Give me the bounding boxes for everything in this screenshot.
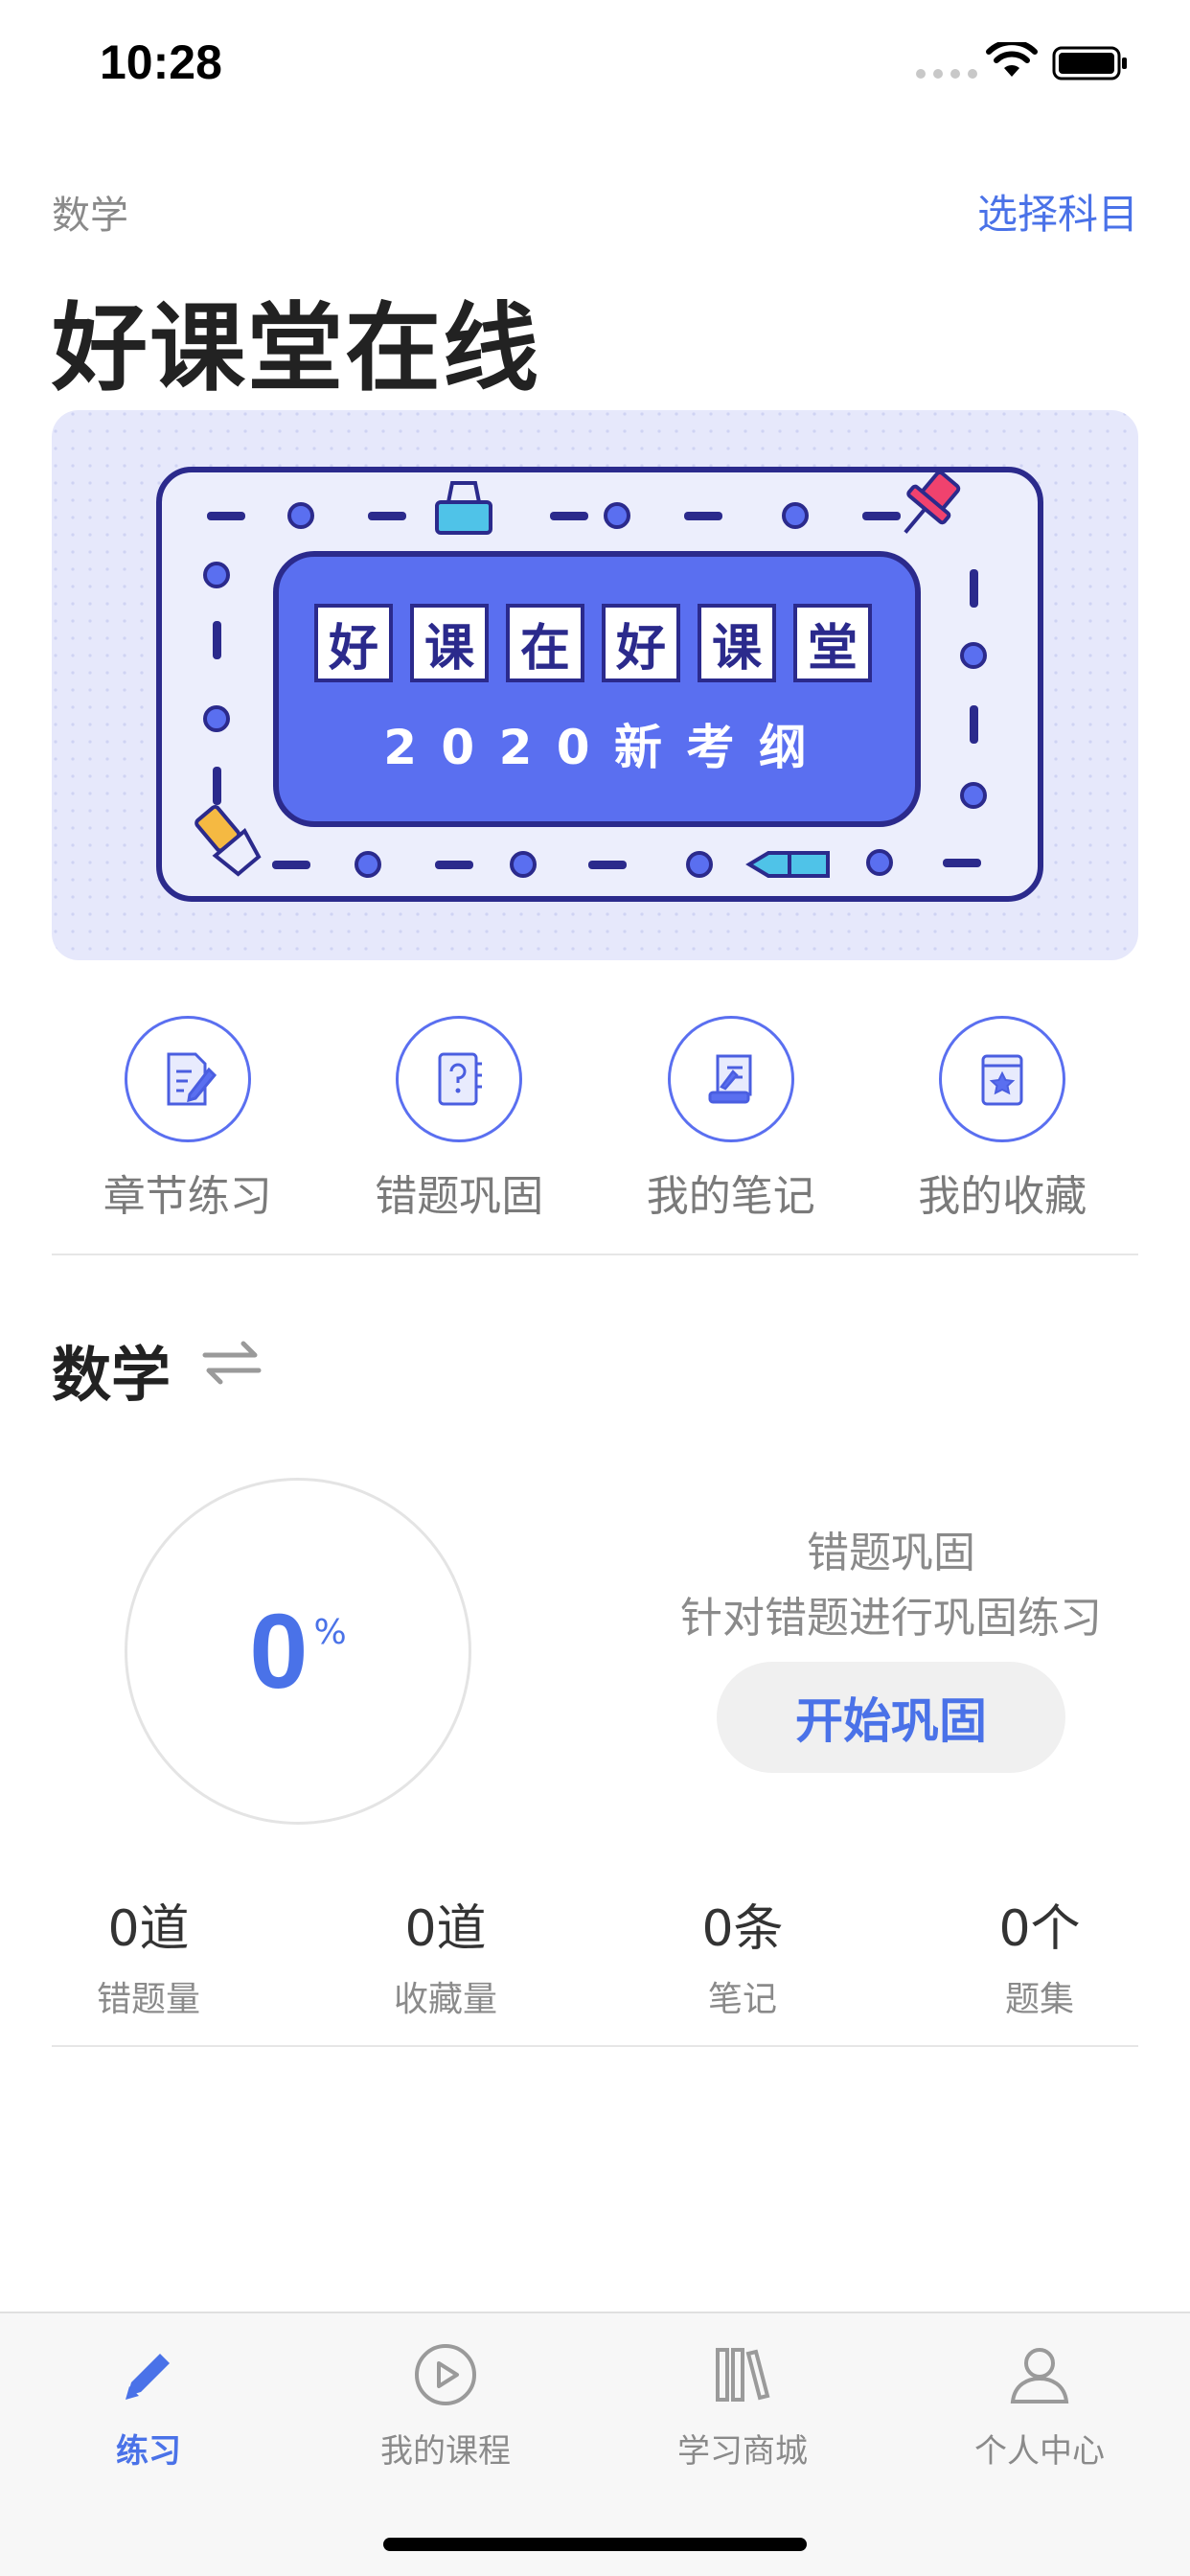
progress-display: 0 % (125, 1478, 471, 1825)
banner-char: 课 (698, 604, 776, 682)
progress-unit: % (313, 1612, 347, 1652)
pencil-icon (126, 2354, 170, 2400)
divider (52, 2045, 1138, 2047)
tab-practice[interactable]: 练习 (0, 2340, 297, 2472)
cellular-signal-icon (916, 69, 977, 79)
quick-action-label: 我的收藏 (918, 1172, 1087, 1221)
tab-my-courses[interactable]: 我的课程 (297, 2340, 594, 2472)
stat-value: 0道 (107, 1900, 190, 1958)
banner-char: 在 (506, 604, 584, 682)
tab-label: 学习商城 (677, 2432, 808, 2471)
quick-actions: 章节练习 错题巩固 我的笔记 我的收藏 (52, 1016, 1138, 1255)
tab-profile[interactable]: 个人中心 (891, 2340, 1188, 2472)
notes-icon (667, 1016, 794, 1142)
stat-label: 收藏量 (393, 1980, 497, 2019)
current-subject-label: 数学 (52, 194, 128, 238)
stat-value: 0道 (404, 1900, 487, 1958)
status-time: 10:28 (100, 35, 222, 89)
status-bar: 10:28 (0, 0, 1190, 126)
favorites-icon (939, 1016, 1066, 1142)
switch-subject-icon[interactable] (201, 1336, 263, 1390)
page-title: 好课堂在线 (52, 292, 540, 404)
stat-value: 0个 (998, 1900, 1081, 1958)
progress-value: 0 (249, 1592, 309, 1711)
tab-store[interactable]: 学习商城 (594, 2340, 891, 2472)
person-icon (1010, 2348, 1069, 2404)
start-review-button[interactable]: 开始巩固 (717, 1662, 1065, 1773)
wrong-question-icon (396, 1016, 523, 1142)
stat-label: 错题量 (96, 1980, 200, 2019)
review-description: 针对错题进行巩固练习 (680, 1594, 1102, 1643)
divider (52, 1254, 1138, 1255)
stat-label: 题集 (1004, 1980, 1074, 2019)
stat-value: 0条 (701, 1900, 784, 1958)
banner-char: 好 (314, 604, 393, 682)
wifi-icon (986, 42, 1038, 77)
quick-action-chapter-practice[interactable]: 章节练习 (52, 1016, 324, 1255)
battery-icon (1052, 46, 1127, 80)
play-icon (415, 2344, 476, 2405)
chapter-practice-icon (124, 1016, 251, 1142)
books-icon (716, 2348, 770, 2402)
quick-action-notes[interactable]: 我的笔记 (595, 1016, 867, 1255)
banner-text: 好 课 在 好 课 堂 2 0 2 0 新 考 纲 (52, 410, 1138, 960)
banner-subtitle: 2 0 2 0 新 考 纲 (383, 720, 811, 775)
quick-action-favorites[interactable]: 我的收藏 (867, 1016, 1139, 1255)
banner-char: 好 (602, 604, 680, 682)
review-title: 错题巩固 (807, 1529, 975, 1577)
stat-sets-count[interactable]: 0个 题集 (891, 1888, 1188, 2021)
tab-bar: 练习 我的课程 学习商城 个人中心 (0, 2312, 1190, 2576)
select-subject-link[interactable]: 选择科目 (977, 182, 1138, 241)
subject-title: 数学 (52, 1340, 172, 1410)
stat-label: 笔记 (707, 1980, 777, 2019)
tab-label: 练习 (116, 2432, 181, 2471)
stat-wrong-count[interactable]: 0道 错题量 (0, 1888, 297, 2021)
promo-banner[interactable]: 好 课 在 好 课 堂 2 0 2 0 新 考 纲 (52, 410, 1138, 960)
banner-char: 课 (410, 604, 489, 682)
banner-char: 堂 (793, 604, 872, 682)
stat-notes-count[interactable]: 0条 笔记 (594, 1888, 891, 2021)
tab-label: 我的课程 (380, 2432, 511, 2471)
quick-action-label: 章节练习 (103, 1172, 272, 1221)
quick-action-label: 错题巩固 (375, 1172, 544, 1221)
tab-label: 个人中心 (974, 2432, 1105, 2471)
quick-action-wrong-questions[interactable]: 错题巩固 (324, 1016, 596, 1255)
stats-row: 0道 错题量 0道 收藏量 0条 笔记 0个 题集 (0, 1888, 1190, 2021)
home-indicator (383, 2538, 807, 2551)
quick-action-label: 我的笔记 (646, 1172, 815, 1221)
stat-favorites-count[interactable]: 0道 收藏量 (297, 1888, 594, 2021)
